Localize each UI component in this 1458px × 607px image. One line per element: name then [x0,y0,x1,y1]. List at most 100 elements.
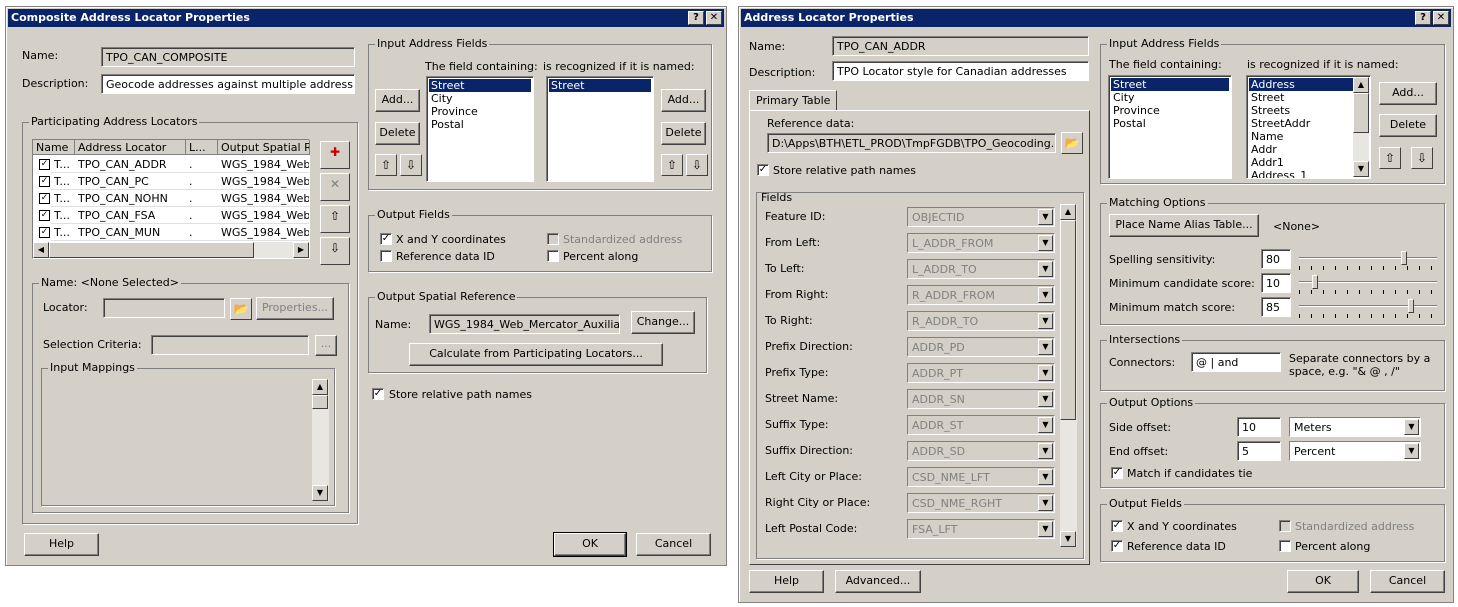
connectors-field[interactable]: @ | and [1191,352,1281,372]
cancel-button[interactable]: Cancel [636,533,711,556]
list-item[interactable]: Street [1111,78,1229,91]
ok-button[interactable]: OK [1287,570,1359,593]
alias-list[interactable]: Street [546,76,654,182]
move-down-icon[interactable]: ⇩ [1411,147,1433,169]
spelling-slider[interactable] [1299,250,1437,270]
name-field[interactable]: TPO_CAN_ADDR [832,36,1089,56]
cancel-button[interactable]: Cancel [1370,570,1445,593]
scroll-thumb[interactable] [49,242,254,258]
help-icon[interactable]: ? [688,11,704,25]
xy-checkbox[interactable]: ✓ [380,233,392,245]
list-item[interactable]: Name [1249,130,1368,143]
list-item[interactable]: Addr1 [1249,156,1368,169]
store-relative-checkbox[interactable]: ✓ [757,164,769,176]
row-checkbox[interactable]: ✓ [39,159,50,170]
scroll-down-icon[interactable]: ▼ [312,485,328,501]
delete-alias-button[interactable]: Delete [1379,114,1437,137]
ok-button[interactable]: OK [553,532,627,557]
help-icon[interactable]: ? [1415,11,1431,25]
list-item[interactable]: Address_1 [1249,169,1368,178]
move-up-icon[interactable]: ⇧ [320,205,350,233]
list-item[interactable]: City [429,92,531,105]
help-button[interactable]: Help [749,570,824,593]
list-item[interactable]: Street [1249,91,1368,104]
move-down-icon[interactable]: ⇩ [320,237,350,265]
tie-checkbox[interactable]: ✓ [1111,467,1123,479]
scroll-down-icon[interactable]: ▼ [1060,531,1076,547]
close-icon[interactable]: ✕ [706,11,722,25]
scroll-down-icon[interactable]: ▼ [1353,161,1369,177]
col-l[interactable]: L... [186,140,218,155]
table-row[interactable]: ✓ T... TPO_CAN_FSA. WGS_1984_Web_ [33,207,309,224]
field-list[interactable]: Street City Province Postal [426,76,534,182]
match-field[interactable]: 85 [1261,297,1291,317]
add-locator-icon[interactable]: ✚ [320,141,350,169]
spelling-field[interactable]: 80 [1261,249,1291,269]
calculate-button[interactable]: Calculate from Participating Locators... [409,343,663,366]
percent-along-checkbox[interactable] [547,250,559,262]
candidate-slider[interactable] [1299,274,1437,294]
list-item[interactable]: Province [429,105,531,118]
row-checkbox[interactable]: ✓ [39,176,50,187]
scroll-up-icon[interactable]: ▲ [1060,204,1076,220]
field-list[interactable]: Street City Province Postal [1108,75,1232,179]
name-field[interactable]: TPO_CAN_COMPOSITE [101,47,355,67]
refid-checkbox[interactable]: ✓ [1111,540,1123,552]
table-row[interactable]: ✓ T... TPO_CAN_NOHN. WGS_1984_Web_ [33,190,309,207]
move-up-icon[interactable]: ⇧ [661,154,683,176]
move-up-icon[interactable]: ⇧ [375,154,397,176]
scroll-left-icon[interactable]: ◀ [33,242,49,258]
close-icon[interactable]: ✕ [1433,11,1449,25]
open-folder-icon[interactable]: 📂 [1061,132,1083,154]
list-item[interactable]: Addr [1249,143,1368,156]
tab-primary-table[interactable]: Primary Table [749,90,838,111]
move-down-icon[interactable]: ⇩ [400,154,422,176]
table-row[interactable]: ✓ T... TPO_CAN_ADDR. WGS_1984_Web_ [33,156,309,173]
scroll-thumb[interactable] [312,395,328,409]
row-checkbox[interactable]: ✓ [39,210,50,221]
move-down-icon[interactable]: ⇩ [686,154,708,176]
col-name[interactable]: Name [33,140,75,155]
end-unit-select[interactable]: Percent ▼ [1289,441,1421,461]
match-slider[interactable] [1299,298,1437,318]
percent-along-checkbox[interactable] [1279,540,1291,552]
xy-checkbox[interactable]: ✓ [1111,520,1123,532]
move-up-icon[interactable]: ⇧ [1379,147,1401,169]
end-offset-field[interactable]: 5 [1237,441,1281,461]
slider-thumb[interactable] [1407,299,1414,313]
delete-alias-button[interactable]: Delete [661,122,706,145]
add-alias-button[interactable]: Add... [1379,82,1437,105]
list-item[interactable]: Postal [1111,117,1229,130]
table-row[interactable]: ✓ T... TPO_CAN_MUN. WGS_1984_Web_ [33,224,309,241]
delete-field-button[interactable]: Delete [375,122,420,145]
scroll-thumb[interactable] [1060,220,1076,420]
alias-scrollbar[interactable]: ▲ ▼ [1353,77,1369,177]
scroll-right-icon[interactable]: ▶ [293,242,309,258]
slider-thumb[interactable] [1311,275,1318,289]
list-item[interactable]: Address [1249,78,1368,91]
refid-checkbox[interactable] [380,250,392,262]
add-field-button[interactable]: Add... [375,89,420,112]
alias-table-button[interactable]: Place Name Alias Table... [1109,214,1259,237]
fields-scrollbar[interactable]: ▲ ▼ [1060,204,1077,547]
slider-thumb[interactable] [1401,251,1408,265]
help-button[interactable]: Help [24,533,99,556]
add-alias-button[interactable]: Add... [661,89,706,112]
col-spatial-ref[interactable]: Output Spatial Re [218,140,310,155]
candidate-field[interactable]: 10 [1261,273,1291,293]
list-item[interactable]: City [1111,91,1229,104]
dropdown-arrow-icon[interactable]: ▼ [1404,443,1419,459]
list-item[interactable]: Streets [1249,104,1368,117]
list-item[interactable]: Province [1111,104,1229,117]
list-item[interactable]: Street [549,79,651,92]
scroll-up-icon[interactable]: ▲ [312,379,328,395]
list-item[interactable]: Postal [429,118,531,131]
h-scrollbar[interactable]: ◀ ▶ [33,242,309,258]
change-button[interactable]: Change... [631,311,695,334]
side-unit-select[interactable]: Meters ▼ [1289,417,1421,437]
row-checkbox[interactable]: ✓ [39,193,50,204]
side-offset-field[interactable]: 10 [1237,417,1281,437]
table-row[interactable]: ✓ T... TPO_CAN_PC. WGS_1984_Web_ [33,173,309,190]
scroll-thumb[interactable] [1353,93,1369,133]
remove-locator-icon[interactable]: ✕ [320,173,350,201]
